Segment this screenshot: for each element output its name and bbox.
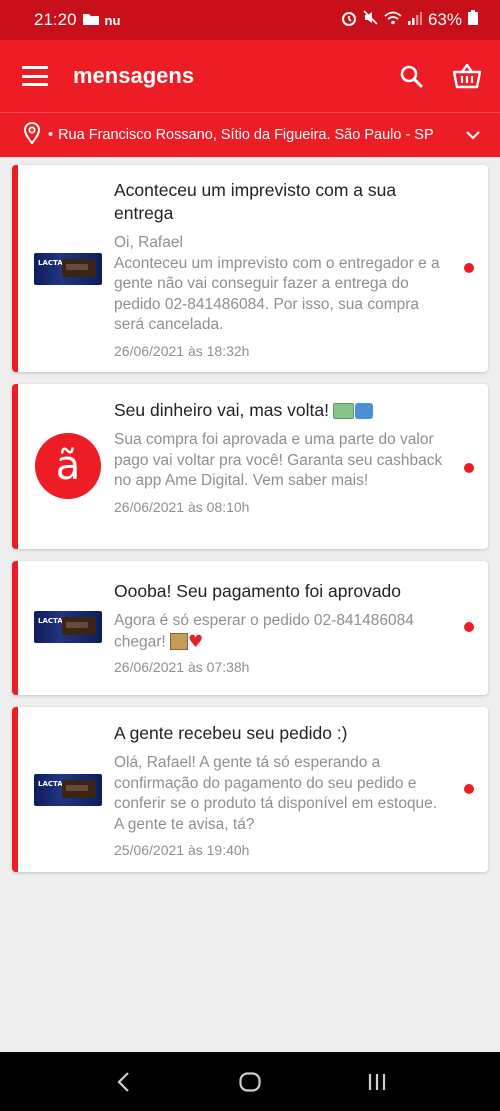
- message-body: Oi, Rafael Aconteceu um imprevisto com o…: [114, 234, 440, 333]
- system-nav-bar: [0, 1052, 500, 1111]
- message-card[interactable]: LACTA Aconteceu um imprevisto com a sua …: [12, 165, 488, 372]
- message-card[interactable]: ã Seu dinheiro vai, mas volta! Sua compr…: [12, 384, 488, 549]
- message-body: Olá, Rafael! A gente tá só esperando a c…: [114, 754, 438, 833]
- money-emoji-icon: [332, 403, 354, 420]
- signal-icon: [407, 10, 422, 30]
- delivery-address: Rua Francisco Rossano, Sítio da Figueira…: [58, 127, 434, 143]
- status-bar: 21:20 nu 63%: [0, 0, 500, 40]
- carrier-label: nu: [104, 12, 121, 28]
- message-body: Agora é só esperar o pedido 02-841486084…: [114, 612, 414, 652]
- unread-indicator: [464, 784, 474, 794]
- message-card[interactable]: LACTA A gente recebeu seu pedido :) Olá,…: [12, 707, 488, 872]
- product-thumbnail: LACTA: [34, 611, 102, 643]
- message-title: Aconteceu um imprevisto com a sua entreg…: [114, 180, 397, 223]
- unread-indicator: [464, 463, 474, 473]
- location-pin-icon: [23, 121, 41, 148]
- back-icon[interactable]: [103, 1062, 143, 1102]
- folder-icon: [82, 12, 99, 28]
- basket-icon[interactable]: [452, 61, 482, 91]
- battery-icon: [468, 10, 478, 30]
- message-date: 26/06/2021 às 18:32h: [114, 342, 250, 359]
- wifi-icon: [384, 10, 402, 30]
- page-title: mensagens: [73, 63, 195, 88]
- battery-level: 63%: [427, 10, 462, 29]
- recents-icon[interactable]: [357, 1062, 397, 1102]
- alarm-icon: [341, 10, 357, 31]
- product-thumbnail: LACTA: [34, 774, 102, 806]
- product-thumbnail: LACTA: [34, 253, 102, 285]
- message-date: 26/06/2021 às 07:38h: [114, 659, 250, 676]
- unread-indicator: [464, 263, 474, 273]
- mute-icon: [363, 10, 378, 30]
- ame-logo: ã: [35, 433, 101, 499]
- location-bar[interactable]: • Rua Francisco Rossano, Sítio da Figueir…: [0, 112, 500, 157]
- message-title: Oooba! Seu pagamento foi aprovado: [114, 581, 402, 601]
- chevron-down-icon[interactable]: [456, 123, 480, 147]
- home-icon[interactable]: [230, 1062, 270, 1102]
- app-bar: mensagens: [0, 40, 500, 112]
- hamburger-menu-icon[interactable]: [22, 66, 48, 86]
- message-list: LACTA Aconteceu um imprevisto com a sua …: [12, 165, 488, 884]
- message-title: A gente recebeu seu pedido :): [114, 723, 348, 743]
- status-time: 21:20: [34, 10, 77, 29]
- message-body: Sua compra foi aprovada e uma parte do v…: [114, 431, 443, 489]
- message-date: 26/06/2021 às 08:10h: [114, 498, 250, 515]
- search-icon[interactable]: [396, 61, 426, 91]
- message-date: 25/06/2021 às 19:40h: [114, 842, 250, 858]
- repeat-emoji-icon: [354, 403, 373, 420]
- message-title: Seu dinheiro vai, mas volta!: [114, 399, 448, 422]
- package-emoji-icon: [170, 633, 189, 651]
- unread-indicator: [464, 622, 474, 632]
- heart-emoji-icon: ♥: [188, 631, 204, 652]
- message-card[interactable]: LACTA Oooba! Seu pagamento foi aprovado …: [12, 561, 488, 695]
